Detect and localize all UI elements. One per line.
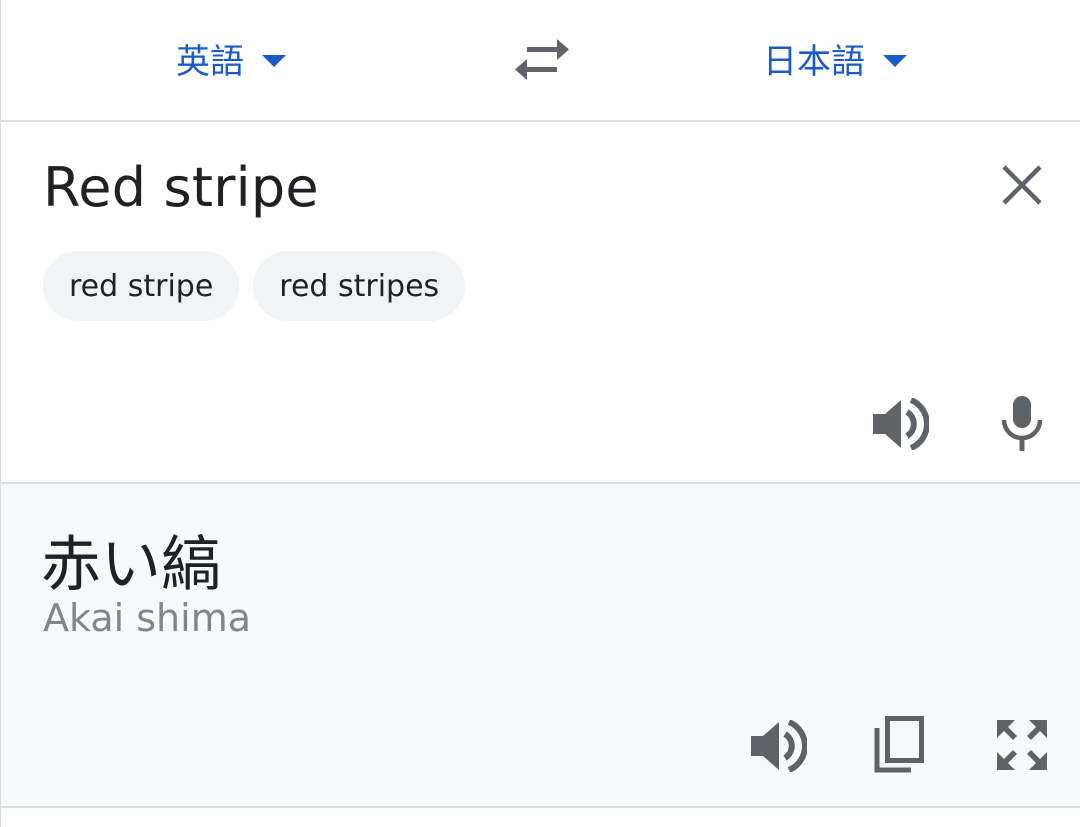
source-language-label: 英語 [176,41,244,82]
suggestion-chip[interactable]: red stripe [43,251,240,321]
language-bar: 英語 日本語 [1,0,1080,122]
suggestion-chip[interactable]: red stripes [253,251,466,321]
dropdown-caret-icon [883,55,907,67]
source-language-selector[interactable]: 英語 [176,32,286,84]
translate-screen: 英語 日本語 Red stripe red stripe red stripes… [0,0,1080,827]
target-language-label: 日本語 [763,41,865,82]
copy-icon[interactable] [873,716,925,774]
result-panel: 赤い縞 Akai shima [1,484,1080,808]
speaker-icon[interactable] [871,398,929,450]
suggestion-chips: red stripe red stripes [43,251,466,321]
romanization-text: Akai shima [43,596,251,640]
target-language-selector[interactable]: 日本語 [763,32,907,84]
speaker-icon[interactable] [749,720,807,772]
translation-text: 赤い縞 [41,530,221,600]
source-panel: Red stripe red stripe red stripes [1,122,1080,484]
dropdown-caret-icon [262,55,286,67]
microphone-icon[interactable] [999,394,1045,452]
source-text-input[interactable]: Red stripe [43,156,319,219]
fullscreen-icon[interactable] [995,718,1049,772]
close-icon[interactable] [999,162,1045,208]
swap-arrows-icon[interactable] [513,36,571,84]
